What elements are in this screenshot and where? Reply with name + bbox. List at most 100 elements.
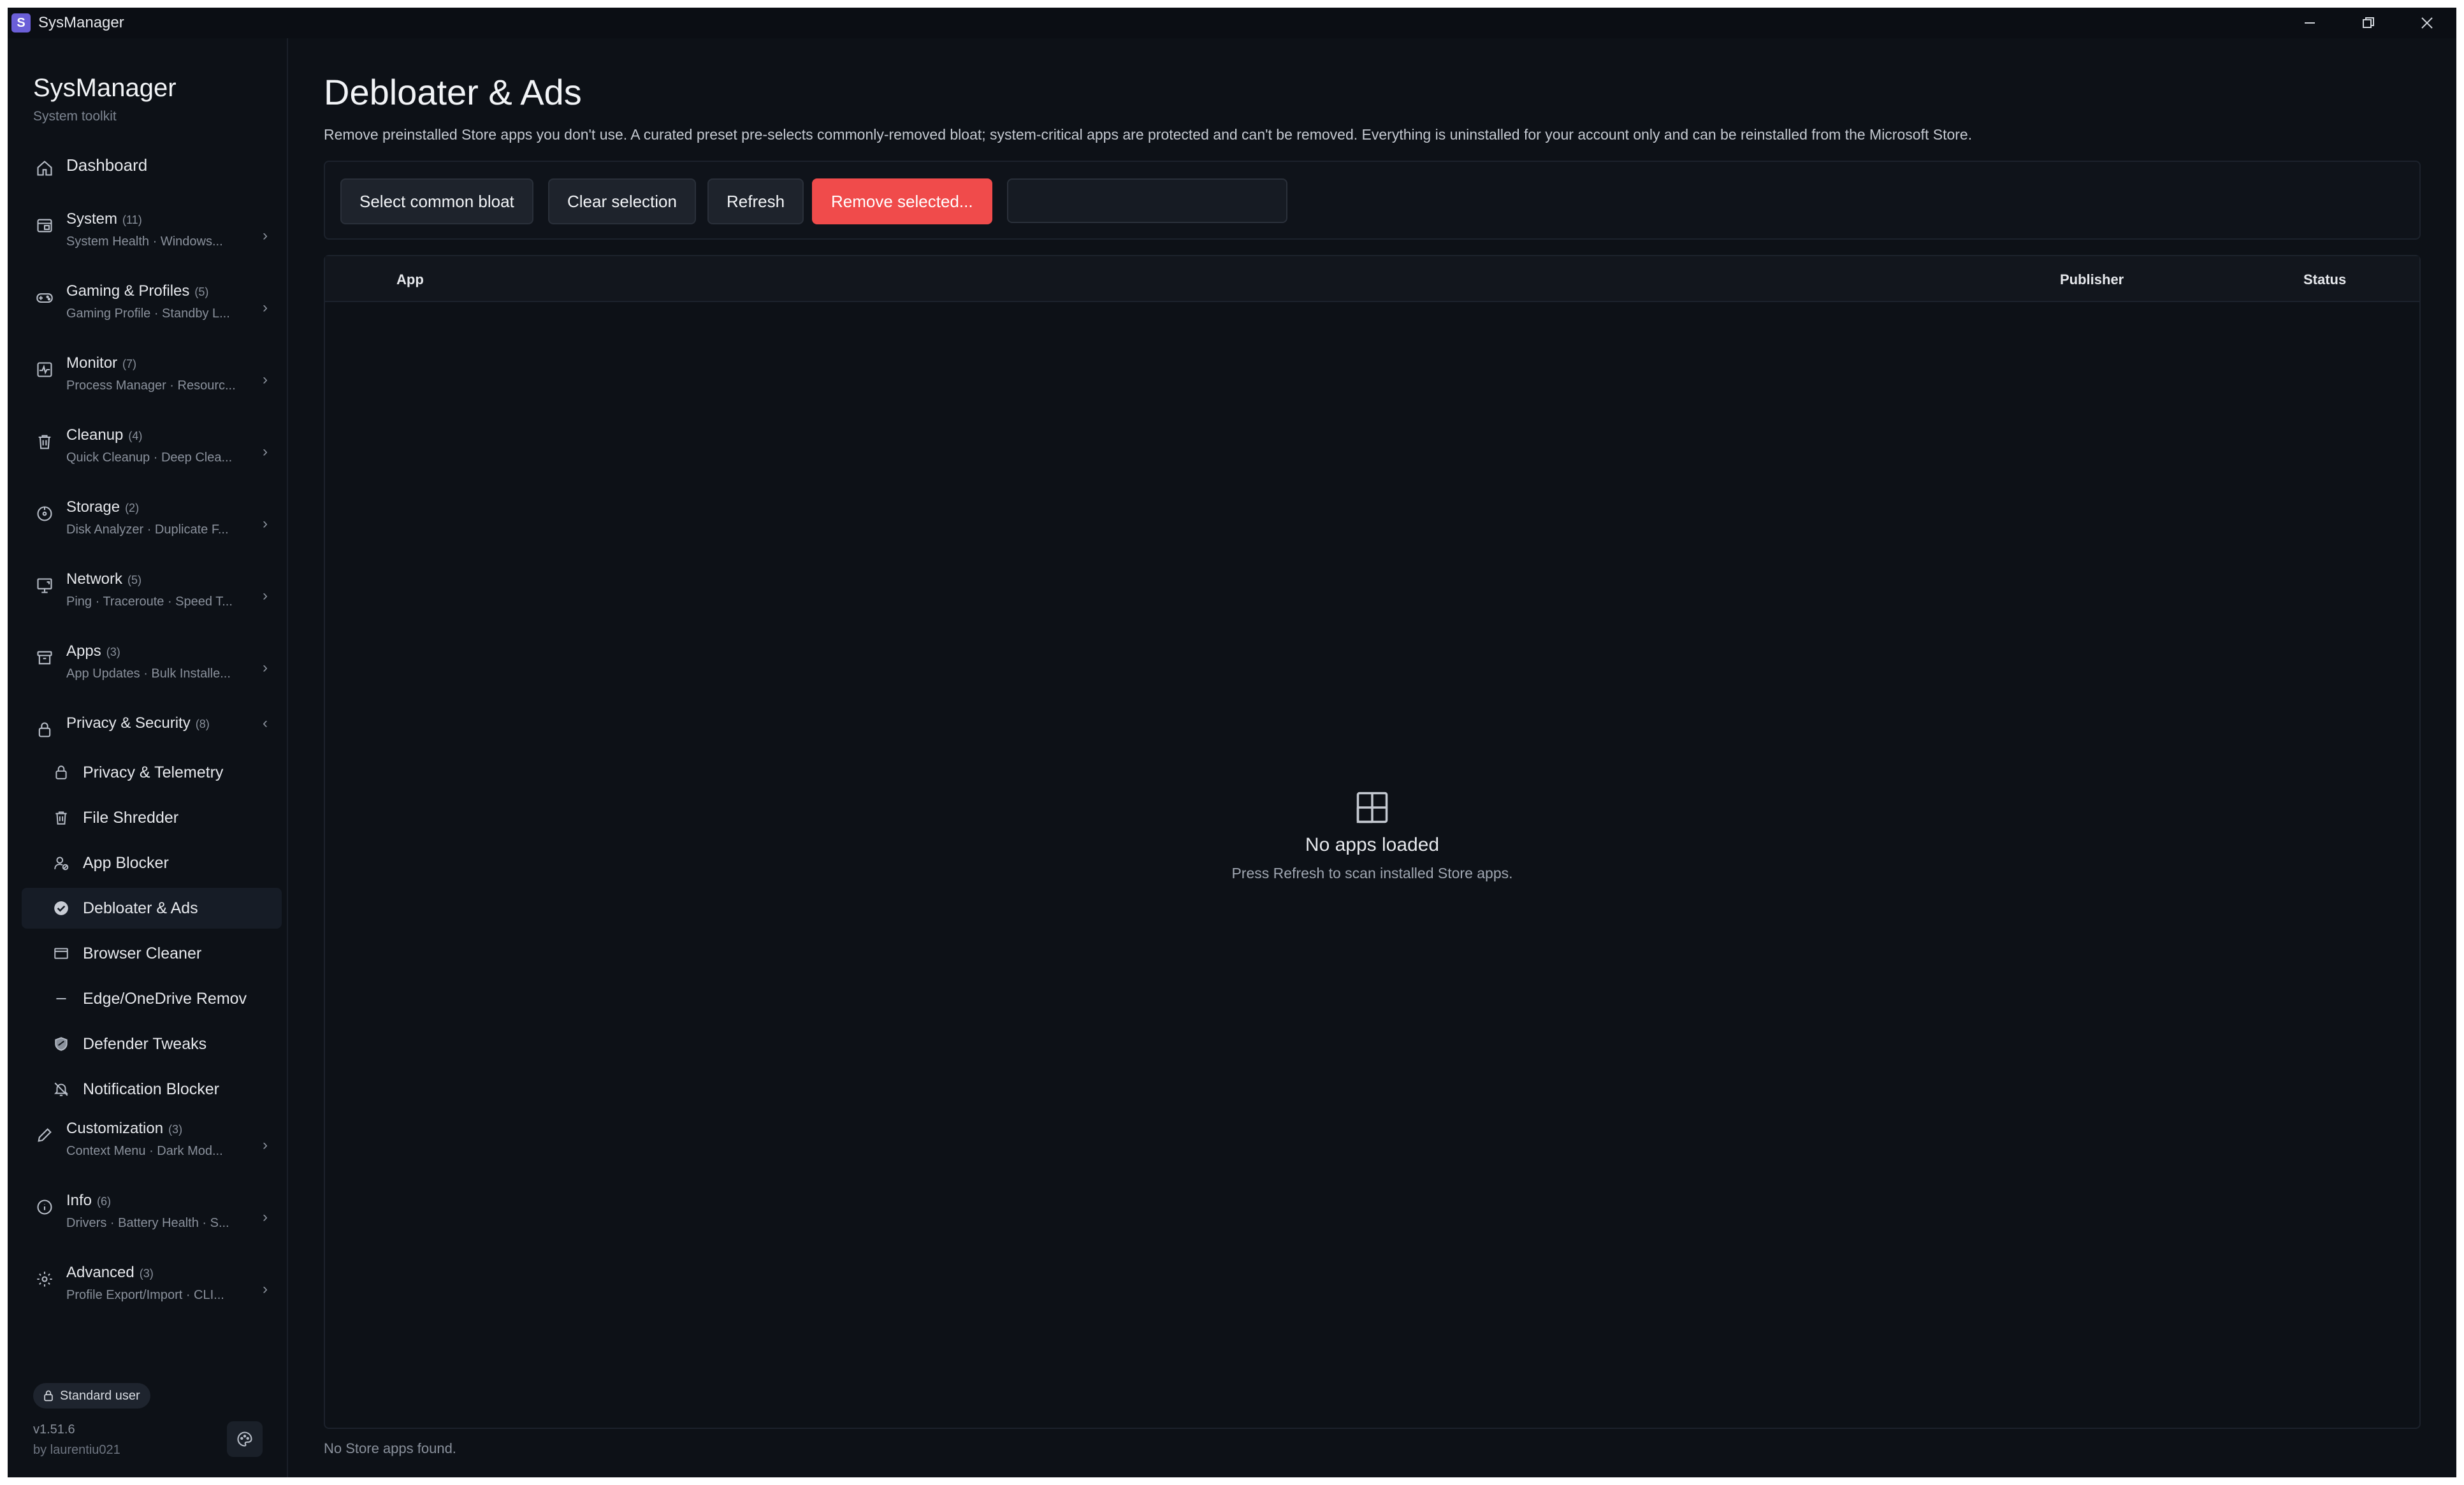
sidebar-item-customization[interactable]: Customization (3) Context Menu · Dark Mod… [22, 1120, 282, 1159]
shield-icon [51, 1034, 71, 1054]
info-icon [33, 1196, 56, 1219]
chevron-right-icon: › [263, 371, 268, 388]
theme-toggle-button[interactable] [227, 1421, 263, 1457]
sidebar-item-label: Storage [66, 498, 120, 516]
sidebar-item-file-shredder[interactable]: File Shredder [22, 797, 282, 838]
minimize-button[interactable] [2280, 8, 2339, 38]
sidebar-item-label: Privacy & Telemetry [83, 763, 224, 781]
chevron-right-icon: › [263, 443, 268, 460]
filter-input[interactable] [1007, 178, 1287, 223]
sidebar-item-label: Network [66, 570, 123, 588]
page-description: Remove preinstalled Store apps you don't… [324, 126, 1973, 143]
status-text: No Store apps found. [324, 1440, 456, 1456]
sidebar-item-storage[interactable]: Storage (2) Disk Analyzer · Duplicate F..… [22, 498, 282, 537]
sidebar-item-browser-cleaner[interactable]: Browser Cleaner [22, 933, 282, 974]
sidebar-item-label: Defender Tweaks [83, 1034, 207, 1053]
sidebar-item-system[interactable]: System (11) System Health · Windows... › [22, 210, 282, 249]
chevron-right-icon: › [263, 1136, 268, 1154]
sidebar-item-label: Notification Blocker [83, 1080, 219, 1098]
close-icon [2421, 17, 2433, 29]
trash-icon [33, 430, 56, 453]
sidebar-item-cleanup[interactable]: Cleanup (4) Quick Cleanup · Deep Clea... … [22, 426, 282, 465]
chevron-right-icon: › [263, 515, 268, 532]
sidebar-item-dashboard[interactable]: Dashboard [22, 153, 282, 180]
sidebar-item-network[interactable]: Network (5) Ping · Traceroute · Speed T..… [22, 570, 282, 609]
sidebar-item-apps[interactable]: Apps (3) App Updates · Bulk Installe... › [22, 642, 282, 681]
sidebar-item-label: Monitor [66, 354, 118, 372]
sidebar-item-debloater-ads[interactable]: Debloater & Ads [22, 888, 282, 929]
clear-selection-button[interactable]: Clear selection [548, 178, 696, 224]
restore-button[interactable] [2339, 8, 2398, 38]
sidebar-item-subtitle: Profile Export/Import · CLI... [66, 1288, 224, 1302]
sidebar-item-label: System [66, 210, 118, 228]
sidebar-item-notification-blocker[interactable]: Notification Blocker [22, 1069, 282, 1110]
toolbar: Select common bloat Clear selection Refr… [324, 161, 2421, 240]
select-common-bloat-button[interactable]: Select common bloat [340, 178, 533, 224]
sidebar-item-subtitle: Drivers · Battery Health · S... [66, 1216, 229, 1230]
sidebar-item-count: (3) [168, 1123, 183, 1136]
column-header-status[interactable]: Status [2303, 272, 2346, 288]
table-header: App Publisher Status [325, 256, 2419, 302]
column-header-app[interactable]: App [396, 272, 424, 288]
chevron-right-icon: › [263, 1280, 268, 1298]
check-circle-icon [51, 898, 71, 918]
sidebar-item-label: Info [66, 1192, 92, 1209]
sidebar-item-count: (3) [139, 1267, 154, 1280]
sidebar-item-count: (5) [194, 286, 209, 298]
sidebar-item-subtitle: Quick Cleanup · Deep Clea... [66, 451, 233, 465]
sidebar-item-label: Browser Cleaner [83, 944, 202, 962]
sidebar-item-defender-tweaks[interactable]: Defender Tweaks [22, 1024, 282, 1064]
sidebar-item-privacy-security[interactable]: Privacy & Security (8) ‹ [22, 714, 282, 741]
sidebar-item-label: File Shredder [83, 808, 179, 827]
user-block-icon [51, 853, 71, 873]
chevron-right-icon: › [263, 1208, 268, 1226]
sidebar-item-privacy-telemetry[interactable]: Privacy & Telemetry [22, 752, 282, 793]
palette-icon [237, 1431, 252, 1447]
sidebar-item-gaming[interactable]: Gaming & Profiles (5) Gaming Profile · St… [22, 282, 282, 321]
lock-icon [51, 762, 71, 783]
window-controls [2280, 8, 2456, 38]
brand: SysManager System toolkit [33, 74, 177, 124]
chevron-left-icon: ‹ [263, 714, 268, 732]
sidebar-item-subtitle: App Updates · Bulk Installe... [66, 667, 231, 681]
sidebar-item-count: (11) [122, 214, 142, 226]
sidebar-item-label: Dashboard [66, 156, 148, 175]
sidebar-item-edge-onedrive-remove[interactable]: Edge/OneDrive Remov [22, 978, 282, 1019]
empty-state: No apps loaded Press Refresh to scan ins… [325, 788, 2419, 882]
disk-icon [33, 502, 56, 525]
apps-table: App Publisher Status No apps loaded Pres… [324, 255, 2421, 1429]
chevron-right-icon: › [263, 299, 268, 316]
sidebar-item-app-blocker[interactable]: App Blocker [22, 843, 282, 883]
sidebar-item-subtitle: Disk Analyzer · Duplicate F... [66, 523, 229, 537]
pen-icon [33, 1124, 56, 1147]
main-content: Debloater & Ads Remove preinstalled Stor… [288, 38, 2456, 1477]
sidebar-item-info[interactable]: Info (6) Drivers · Battery Health · S... … [22, 1192, 282, 1231]
lock-icon [44, 1390, 53, 1402]
remove-selected-button[interactable]: Remove selected... [812, 178, 992, 224]
sidebar-item-label: Customization [66, 1120, 164, 1137]
empty-state-subtitle: Press Refresh to scan installed Store ap… [1231, 865, 1513, 881]
app-author: by laurentiu021 [33, 1443, 120, 1457]
sidebar-item-subtitle: Process Manager · Resourc... [66, 379, 236, 393]
sidebar-item-subtitle: System Health · Windows... [66, 235, 223, 249]
title-bar: S SysManager [8, 8, 2456, 38]
close-button[interactable] [2398, 8, 2456, 38]
sidebar-item-count: (3) [106, 646, 120, 658]
sidebar-item-advanced[interactable]: Advanced (3) Profile Export/Import · CLI.… [22, 1264, 282, 1303]
sidebar-item-count: (6) [97, 1195, 112, 1208]
sidebar-item-label: Gaming & Profiles [66, 282, 190, 300]
apps-grid-icon [1356, 792, 1388, 823]
sidebar-item-label: Cleanup [66, 426, 124, 444]
browser-window-icon [51, 943, 71, 964]
sidebar: SysManager System toolkit Dashboard Syst… [8, 38, 288, 1477]
sidebar-item-label: App Blocker [83, 853, 169, 872]
sidebar-item-monitor[interactable]: Monitor (7) Process Manager · Resourc... … [22, 354, 282, 393]
sidebar-item-label: Advanced [66, 1264, 134, 1281]
refresh-button[interactable]: Refresh [707, 178, 804, 224]
column-header-publisher[interactable]: Publisher [2060, 272, 2124, 288]
trash-icon [51, 808, 71, 828]
chevron-right-icon: › [263, 659, 268, 676]
sidebar-item-label: Apps [66, 642, 101, 660]
home-icon [33, 157, 56, 180]
minimize-icon [2305, 22, 2315, 24]
